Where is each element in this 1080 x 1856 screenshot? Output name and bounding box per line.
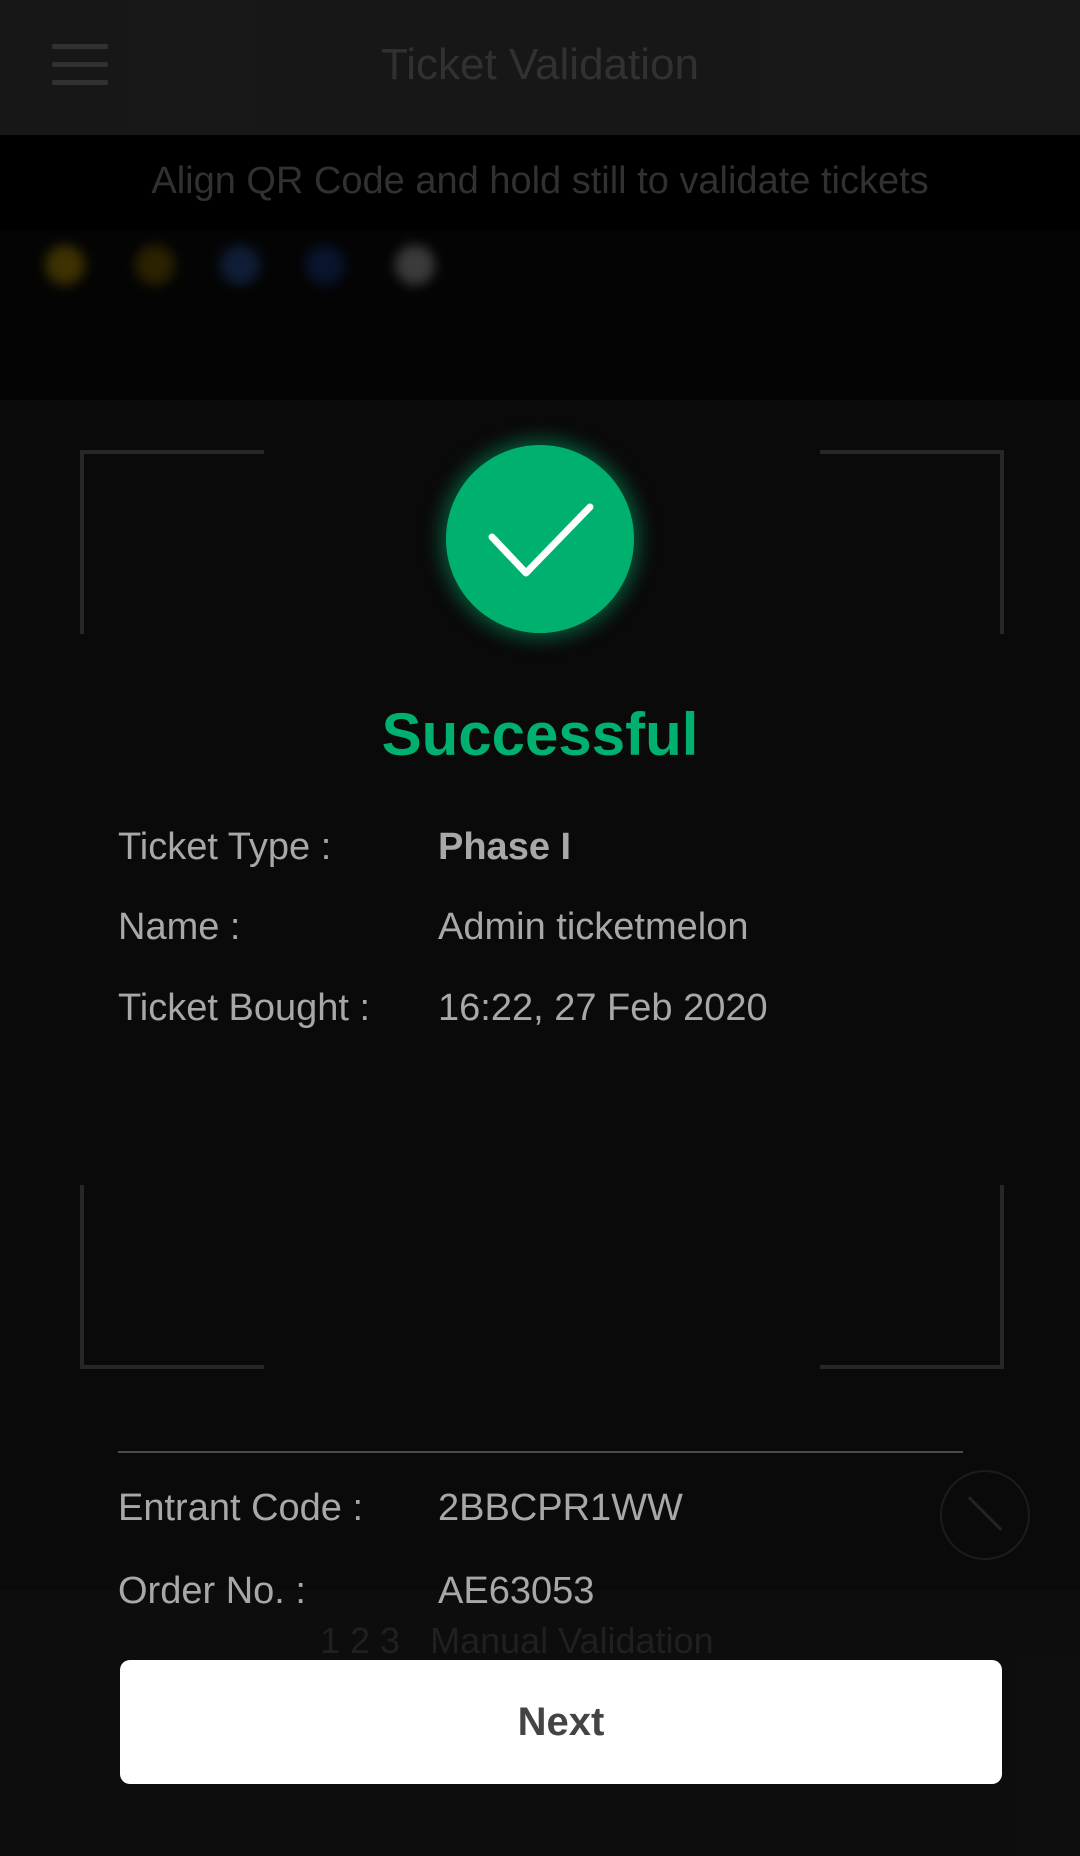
name-value: Admin ticketmelon [438,906,749,948]
order-no-value: AE63053 [438,1570,595,1612]
ticket-type-label: Ticket Type : [118,826,332,868]
order-no-label: Order No. : [118,1570,306,1612]
status-title: Successful [381,701,699,768]
entrant-code-row: Entrant Code : 2BBCPR1WW [118,1487,978,1547]
ticket-bought-label: Ticket Bought : [118,987,371,1029]
ticket-type-value: Phase I [438,826,572,868]
next-button[interactable]: Next [120,1660,1002,1784]
entrant-code-value: 2BBCPR1WW [438,1487,683,1529]
name-row: Name : Admin ticketmelon [118,906,978,966]
ticket-type-row: Ticket Type : Phase I [118,826,978,886]
name-label: Name : [118,906,241,948]
screen: Ticket Validation Align QR Code and hold… [0,0,1080,1856]
ticket-bought-row: Ticket Bought : 16:22, 27 Feb 2020 [118,987,978,1047]
order-no-row: Order No. : AE63053 [118,1570,978,1630]
ticket-bought-value: 16:22, 27 Feb 2020 [438,987,768,1029]
entrant-code-label: Entrant Code : [118,1487,364,1529]
divider [118,1451,963,1453]
validation-result-overlay: Successful Ticket Type : Phase I Name : … [0,0,1080,1856]
checkmark-icon [446,445,634,633]
